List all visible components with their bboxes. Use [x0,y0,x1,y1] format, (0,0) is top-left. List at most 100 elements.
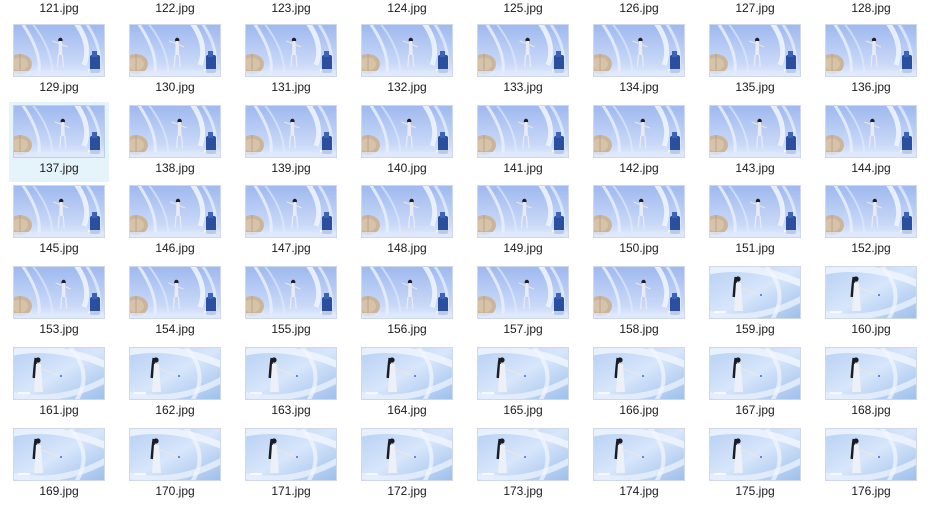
file-item[interactable]: 134.jpg [589,21,689,101]
image-thumbnail[interactable] [826,186,916,237]
file-item[interactable]: 130.jpg [125,21,225,101]
image-thumbnail[interactable] [594,267,684,318]
image-thumbnail[interactable] [14,348,104,399]
file-item[interactable]: 172.jpg [357,425,457,505]
file-item[interactable]: 169.jpg [9,425,109,505]
image-thumbnail[interactable] [246,429,336,480]
image-thumbnail[interactable] [710,186,800,237]
image-thumbnail[interactable] [246,186,336,237]
file-item[interactable]: 156.jpg [357,263,457,343]
image-thumbnail[interactable] [14,186,104,237]
image-thumbnail[interactable] [826,106,916,157]
image-thumbnail[interactable] [362,106,452,157]
file-item-selected[interactable]: 137.jpg [9,102,109,182]
file-item[interactable]: 170.jpg [125,425,225,505]
file-item[interactable]: 148.jpg [357,182,457,262]
file-item[interactable]: 145.jpg [9,182,109,262]
file-item[interactable]: 141.jpg [473,102,573,182]
file-item-partial[interactable]: 127.jpg [705,0,805,18]
file-item-partial[interactable]: 125.jpg [473,0,573,18]
file-item[interactable]: 168.jpg [821,344,921,424]
image-thumbnail[interactable] [14,267,104,318]
image-thumbnail[interactable] [478,348,568,399]
file-item[interactable]: 167.jpg [705,344,805,424]
image-thumbnail[interactable] [478,429,568,480]
image-thumbnail[interactable] [710,429,800,480]
file-item[interactable]: 150.jpg [589,182,689,262]
image-thumbnail[interactable] [826,25,916,76]
file-item-partial[interactable]: 122.jpg [125,0,225,18]
image-thumbnail[interactable] [130,25,220,76]
image-thumbnail[interactable] [710,25,800,76]
file-item[interactable]: 176.jpg [821,425,921,505]
file-item[interactable]: 155.jpg [241,263,341,343]
image-thumbnail[interactable] [594,429,684,480]
file-item[interactable]: 174.jpg [589,425,689,505]
image-thumbnail[interactable] [362,429,452,480]
image-thumbnail[interactable] [594,186,684,237]
file-item-partial[interactable]: 128.jpg [821,0,921,18]
file-item[interactable]: 149.jpg [473,182,573,262]
image-thumbnail[interactable] [14,106,104,157]
image-thumbnail[interactable] [710,267,800,318]
image-thumbnail[interactable] [710,106,800,157]
image-thumbnail[interactable] [130,348,220,399]
file-item[interactable]: 160.jpg [821,263,921,343]
file-item[interactable]: 133.jpg [473,21,573,101]
image-thumbnail[interactable] [826,348,916,399]
image-thumbnail[interactable] [14,25,104,76]
file-item[interactable]: 158.jpg [589,263,689,343]
file-item[interactable]: 142.jpg [589,102,689,182]
image-thumbnail[interactable] [362,25,452,76]
file-item[interactable]: 143.jpg [705,102,805,182]
file-item[interactable]: 159.jpg [705,263,805,343]
image-thumbnail[interactable] [362,186,452,237]
image-thumbnail[interactable] [362,348,452,399]
image-thumbnail[interactable] [246,25,336,76]
file-item[interactable]: 161.jpg [9,344,109,424]
file-item[interactable]: 129.jpg [9,21,109,101]
file-item[interactable]: 164.jpg [357,344,457,424]
file-item[interactable]: 173.jpg [473,425,573,505]
file-item[interactable]: 151.jpg [705,182,805,262]
image-thumbnail[interactable] [246,348,336,399]
file-item-partial[interactable]: 124.jpg [357,0,457,18]
file-item[interactable]: 162.jpg [125,344,225,424]
image-thumbnail[interactable] [130,186,220,237]
file-item[interactable]: 136.jpg [821,21,921,101]
file-item[interactable]: 135.jpg [705,21,805,101]
file-item[interactable]: 165.jpg [473,344,573,424]
file-item[interactable]: 153.jpg [9,263,109,343]
file-item[interactable]: 166.jpg [589,344,689,424]
image-thumbnail[interactable] [478,106,568,157]
image-thumbnail[interactable] [246,267,336,318]
image-thumbnail[interactable] [478,267,568,318]
image-thumbnail[interactable] [594,106,684,157]
image-thumbnail[interactable] [14,429,104,480]
image-thumbnail[interactable] [478,186,568,237]
file-item[interactable]: 140.jpg [357,102,457,182]
image-thumbnail[interactable] [710,348,800,399]
file-item[interactable]: 157.jpg [473,263,573,343]
file-item[interactable]: 138.jpg [125,102,225,182]
file-item-partial[interactable]: 123.jpg [241,0,341,18]
file-item[interactable]: 146.jpg [125,182,225,262]
file-item[interactable]: 175.jpg [705,425,805,505]
file-item[interactable]: 132.jpg [357,21,457,101]
image-thumbnail[interactable] [478,25,568,76]
image-thumbnail[interactable] [130,429,220,480]
file-item[interactable]: 131.jpg [241,21,341,101]
file-item-partial[interactable]: 121.jpg [9,0,109,18]
file-item[interactable]: 147.jpg [241,182,341,262]
image-thumbnail[interactable] [130,106,220,157]
image-thumbnail[interactable] [826,267,916,318]
file-item[interactable]: 139.jpg [241,102,341,182]
image-thumbnail[interactable] [130,267,220,318]
image-thumbnail[interactable] [362,267,452,318]
image-thumbnail[interactable] [594,348,684,399]
file-item[interactable]: 163.jpg [241,344,341,424]
file-item[interactable]: 152.jpg [821,182,921,262]
file-item-partial[interactable]: 126.jpg [589,0,689,18]
file-item[interactable]: 144.jpg [821,102,921,182]
image-thumbnail[interactable] [246,106,336,157]
